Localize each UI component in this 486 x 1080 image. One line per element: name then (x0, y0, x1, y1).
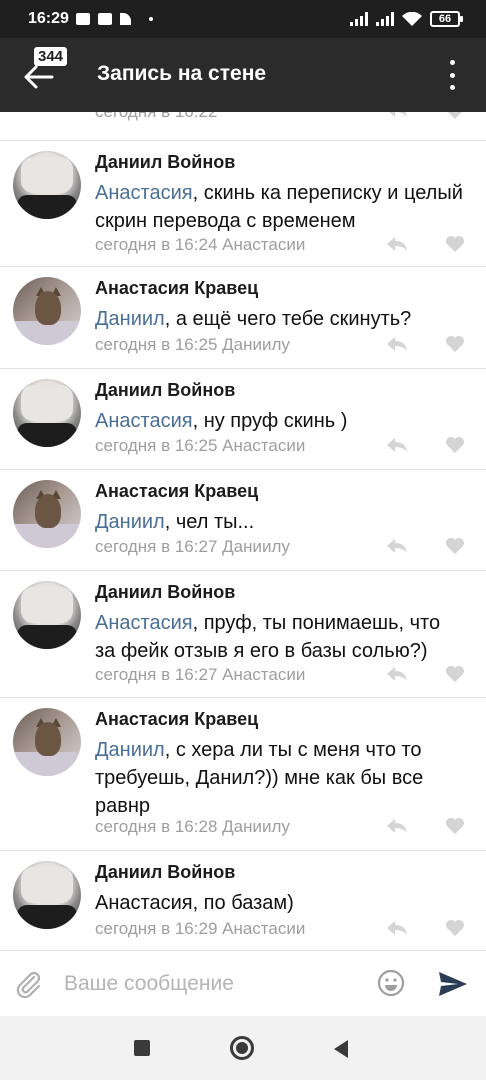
reply-icon[interactable] (386, 236, 408, 252)
comment-item: Даниил Войнов Анастасия, ну пруф скинь )… (0, 368, 486, 469)
mention-link[interactable]: Даниил (95, 511, 165, 533)
comment-meta: сегодня в 16:27 Даниилу (95, 537, 290, 556)
app-header: 344 Запись на стене (0, 38, 486, 112)
comment-partial: сегодня в 16:22 (0, 112, 486, 140)
rss-notification-icon (120, 13, 131, 25)
comment-item: Анастасия Кравец Даниил, чел ты... сегод… (0, 469, 486, 570)
reply-icon[interactable] (386, 112, 408, 118)
avatar[interactable] (13, 277, 81, 345)
comment-meta: сегодня в 16:28 Даниилу (95, 817, 290, 836)
status-time: 16:29 (28, 10, 69, 27)
comment-text: Анастасия, пруф, ты понимаешь, что за фе… (95, 612, 441, 662)
system-indicators: 66 (350, 11, 463, 27)
like-icon[interactable] (445, 537, 465, 555)
avatar[interactable] (13, 581, 81, 649)
comment-author[interactable]: Анастасия Кравец (95, 709, 258, 730)
like-icon[interactable] (445, 235, 465, 253)
comment-meta: сегодня в 16:25 Анастасии (95, 436, 306, 455)
like-icon[interactable] (445, 335, 465, 353)
system-navigation-bar (0, 1016, 486, 1080)
avatar[interactable] (13, 151, 81, 219)
mention-link[interactable]: Анастасия (95, 410, 193, 432)
mention-link[interactable]: Даниил (95, 308, 165, 330)
comment-item: Даниил Войнов Анастасия, скинь ка перепи… (0, 140, 486, 266)
comment-meta: сегодня в 16:24 Анастасии (95, 235, 306, 254)
comment-item: Анастасия Кравец Даниил, с хера ли ты с … (0, 697, 486, 850)
like-icon[interactable] (445, 817, 465, 835)
comment-meta: сегодня в 16:29 Анастасии (95, 919, 306, 938)
mention-link[interactable]: Даниил (95, 739, 165, 761)
comment-author[interactable]: Анастасия Кравец (95, 278, 258, 299)
like-icon[interactable] (445, 112, 465, 120)
comment-text: Даниил, чел ты... (95, 511, 255, 533)
comment-author[interactable]: Даниил Войнов (95, 380, 235, 401)
comment-author[interactable]: Даниил Войнов (95, 582, 235, 603)
like-icon[interactable] (445, 665, 465, 683)
avatar[interactable] (13, 379, 81, 447)
reply-icon[interactable] (386, 538, 408, 554)
emoji-icon[interactable] (377, 969, 405, 997)
comment-author[interactable]: Даниил Войнов (95, 152, 235, 173)
message-input[interactable] (64, 967, 364, 1001)
message-composer (0, 950, 486, 1016)
notification-icons (76, 13, 153, 25)
message-notification-icon (76, 13, 90, 25)
avatar[interactable] (13, 480, 81, 548)
avatar[interactable] (13, 861, 81, 929)
paperclip-icon[interactable] (14, 969, 44, 999)
wifi-icon (402, 12, 422, 26)
comment-item: Даниил Войнов Анастасия, пруф, ты понима… (0, 570, 486, 697)
signal-icon (350, 12, 368, 26)
mention-link[interactable]: Анастасия (95, 182, 193, 204)
status-bar: 16:29 66 (0, 0, 486, 38)
comment-item: Анастасия Кравец Даниил, а ещё чего тебе… (0, 266, 486, 368)
reply-icon[interactable] (386, 437, 408, 453)
comment-text: Анастасия, скинь ка переписку и целый ск… (95, 182, 463, 232)
reply-icon[interactable] (386, 818, 408, 834)
mention-link[interactable]: Анастасия (95, 612, 193, 634)
comment-meta: сегодня в 16:22 (95, 112, 217, 122)
comment-item: Даниил Войнов Анастасия, по базам) сегод… (0, 850, 486, 950)
recent-apps-button[interactable] (134, 1040, 150, 1056)
comment-text: Даниил, а ещё чего тебе скинуть? (95, 308, 412, 330)
news-notification-icon (98, 13, 112, 25)
avatar[interactable] (13, 708, 81, 776)
like-icon[interactable] (445, 436, 465, 454)
comment-meta: сегодня в 16:27 Анастасии (95, 665, 306, 684)
system-back-button[interactable] (334, 1040, 348, 1058)
like-icon[interactable] (445, 919, 465, 937)
signal-icon-2 (376, 12, 394, 26)
home-button[interactable] (230, 1036, 254, 1060)
send-icon[interactable] (438, 971, 468, 997)
reply-icon[interactable] (386, 336, 408, 352)
comments-feed[interactable]: сегодня в 16:22 Даниил Войнов Анастасия,… (0, 112, 486, 950)
comment-text: Анастасия, по базам) (95, 892, 294, 914)
comment-text: Даниил, с хера ли ты с меня что то требу… (95, 739, 424, 817)
page-title: Запись на стене (97, 62, 267, 85)
back-count-badge: 344 (34, 47, 68, 66)
comment-author[interactable]: Даниил Войнов (95, 862, 235, 883)
reply-icon[interactable] (386, 666, 408, 682)
reply-icon[interactable] (386, 920, 408, 936)
comment-meta: сегодня в 16:25 Даниилу (95, 335, 290, 354)
more-notifications-icon (149, 17, 153, 21)
comment-author[interactable]: Анастасия Кравец (95, 481, 258, 502)
more-menu-icon[interactable] (448, 60, 456, 90)
battery-indicator: 66 (430, 11, 463, 27)
comment-text: Анастасия, ну пруф скинь ) (95, 410, 348, 432)
